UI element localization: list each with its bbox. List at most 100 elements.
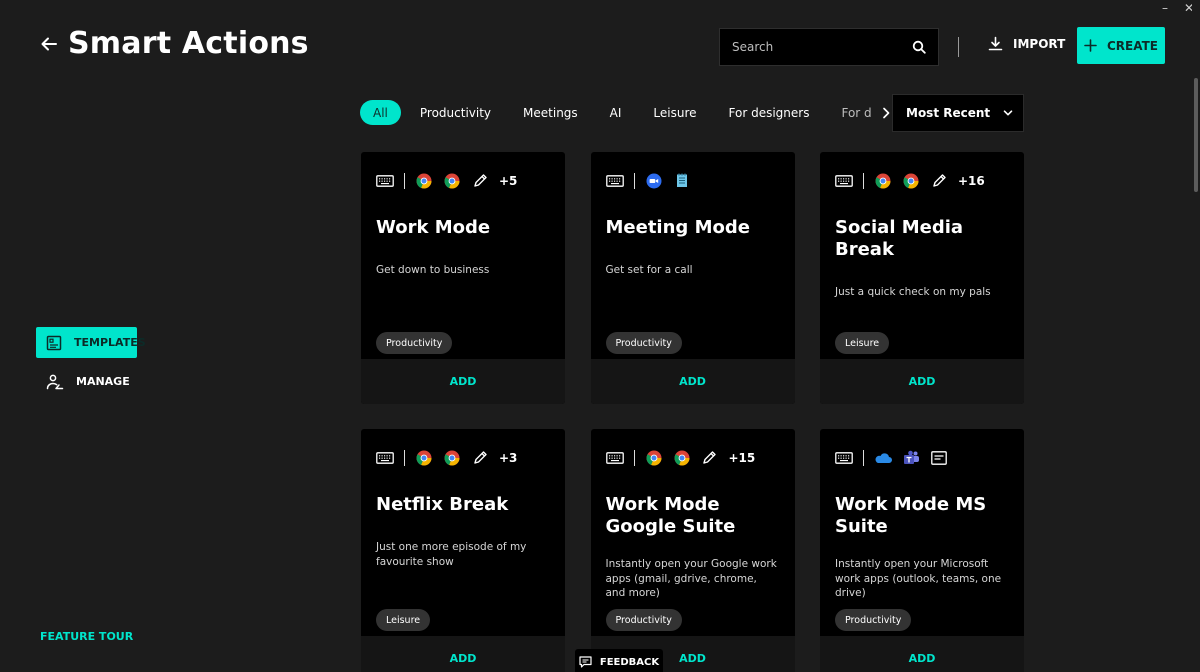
more-count: +16	[958, 173, 985, 188]
template-card: +16 Social Media Break Just a quick chec…	[820, 152, 1024, 404]
keyboard-icon	[605, 449, 624, 467]
plus-icon	[1084, 39, 1097, 52]
feature-tour-link[interactable]: FEATURE TOUR	[40, 630, 133, 643]
filter-leisure[interactable]: Leisure	[640, 100, 709, 125]
category-tag: Leisure	[835, 332, 890, 354]
feedback-button[interactable]: FEEDBACK	[575, 649, 663, 672]
side-nav: TEMPLATES MANAGE	[36, 327, 146, 397]
chrome-icon	[415, 449, 433, 467]
onedrive-icon	[874, 449, 892, 467]
nav-templates-label: TEMPLATES	[74, 336, 146, 349]
feedback-label: FEEDBACK	[599, 656, 660, 668]
card-title: Netflix Break	[376, 494, 509, 515]
more-count: +3	[499, 450, 518, 465]
icon-separator	[404, 172, 405, 189]
template-card: +5 Work Mode Get down to business Produc…	[361, 152, 565, 404]
filter-for-d[interactable]: For d	[828, 100, 872, 125]
keyboard-icon	[605, 172, 624, 190]
pencil-icon	[471, 449, 489, 467]
page-header: Smart Actions	[40, 26, 309, 61]
notepad-icon	[673, 172, 691, 190]
add-button[interactable]: ADD	[820, 636, 1024, 672]
import-button[interactable]: IMPORT	[988, 36, 1065, 51]
filter-ai[interactable]: AI	[597, 100, 635, 125]
filter-for-designers[interactable]: For designers	[716, 100, 823, 125]
sort-dropdown[interactable]: Most Recent	[892, 94, 1024, 132]
card-description: Get set for a call	[605, 264, 693, 276]
keyboard-icon	[376, 449, 394, 467]
card-description: Instantly open your Microsoft work apps …	[835, 558, 1002, 599]
card-description: Just one more episode of my favourite sh…	[376, 541, 527, 568]
card-description: Instantly open your Google work apps (gm…	[605, 558, 777, 599]
card-icons: +16	[835, 168, 1009, 193]
zoom-icon	[645, 172, 663, 190]
create-button[interactable]: CREATE	[1077, 27, 1165, 64]
filter-productivity[interactable]: Productivity	[407, 100, 504, 125]
add-button[interactable]: ADD	[361, 359, 565, 404]
templates-grid: +5 Work Mode Get down to business Produc…	[361, 152, 1024, 672]
template-icon	[46, 335, 62, 351]
search-icon[interactable]	[912, 40, 926, 54]
back-arrow-icon[interactable]	[40, 35, 58, 53]
keyboard-icon	[835, 449, 853, 467]
card-description: Get down to business	[376, 264, 490, 276]
card-title: Work Mode Google Suite	[605, 494, 736, 537]
minimize-button[interactable]: –	[1160, 0, 1170, 16]
filter-meetings[interactable]: Meetings	[510, 100, 591, 125]
window-controls: – ✕	[1160, 0, 1194, 16]
page-title: Smart Actions	[68, 26, 309, 61]
teams-icon	[902, 449, 920, 467]
add-button[interactable]: ADD	[820, 359, 1024, 404]
template-card: Work Mode MS Suite Instantly open your M…	[820, 429, 1024, 672]
pencil-icon	[701, 449, 719, 467]
more-count: +15	[728, 450, 756, 465]
search-input[interactable]	[732, 40, 902, 54]
manage-icon	[46, 374, 64, 390]
pencil-icon	[930, 172, 948, 190]
card-icons: +15	[605, 445, 780, 470]
more-count: +5	[499, 173, 518, 188]
card-title: Work Mode	[376, 217, 491, 238]
category-tag: Productivity	[835, 609, 912, 631]
chrome-icon	[902, 172, 920, 190]
template-card: +3 Netflix Break Just one more episode o…	[361, 429, 565, 672]
chrome-icon	[874, 172, 892, 190]
sort-selected-value: Most Recent	[906, 106, 991, 120]
add-button[interactable]: ADD	[590, 359, 795, 404]
category-tag: Productivity	[605, 332, 682, 354]
scrollbar-thumb[interactable]	[1194, 78, 1198, 192]
filter-all[interactable]: All	[360, 100, 401, 125]
card-description: Just a quick check on my pals	[835, 286, 991, 298]
card-icons	[605, 168, 780, 193]
icon-separator	[863, 449, 864, 466]
icon-separator	[863, 172, 864, 189]
feedback-icon	[579, 656, 592, 668]
category-filters: All Productivity Meetings AI Leisure For…	[360, 100, 894, 125]
card-title: Social Media Break	[835, 217, 964, 260]
card-title: Meeting Mode	[605, 217, 750, 238]
header-divider	[958, 37, 959, 57]
template-card: +15 Work Mode Google Suite Instantly ope…	[590, 429, 795, 672]
card-icons: +3	[376, 445, 550, 470]
card-title: Work Mode MS Suite	[835, 494, 987, 537]
nav-templates[interactable]: TEMPLATES	[36, 327, 146, 358]
chrome-icon	[673, 449, 691, 467]
import-label: IMPORT	[1013, 36, 1066, 51]
keyboard-icon	[376, 172, 394, 190]
window-icon	[930, 449, 948, 467]
add-button[interactable]: ADD	[361, 636, 565, 672]
icon-separator	[633, 172, 635, 189]
category-tag: Productivity	[605, 609, 682, 631]
download-icon	[988, 36, 1003, 51]
category-tag: Productivity	[376, 332, 453, 354]
chrome-icon	[645, 449, 663, 467]
nav-manage[interactable]: MANAGE	[36, 366, 137, 397]
icon-separator	[633, 449, 635, 466]
nav-manage-label: MANAGE	[76, 375, 130, 388]
category-tag: Leisure	[376, 609, 431, 631]
create-label: CREATE	[1107, 38, 1158, 53]
pencil-icon	[471, 172, 489, 190]
search-box[interactable]	[719, 28, 939, 66]
chrome-icon	[415, 172, 433, 190]
chevron-down-icon	[1003, 109, 1013, 117]
